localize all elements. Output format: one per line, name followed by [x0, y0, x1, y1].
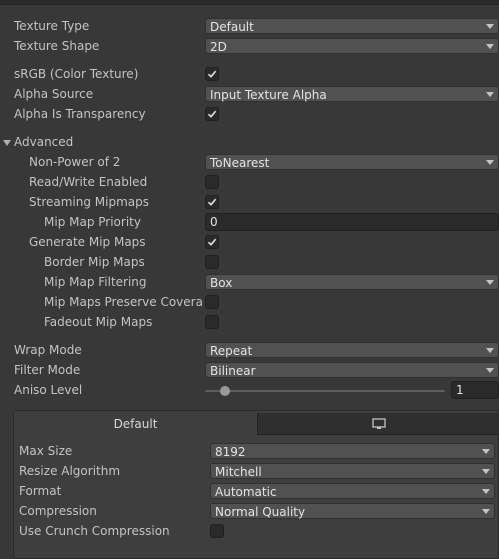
filter-mode-value: Bilinear	[210, 364, 256, 378]
chevron-down-icon	[482, 469, 490, 474]
alpha-source-label: Alpha Source	[14, 87, 94, 101]
mip-map-filtering-label: Mip Map Filtering	[44, 275, 147, 289]
mip-map-priority-field[interactable]: 0	[205, 213, 499, 231]
chevron-down-icon	[486, 368, 494, 373]
crunch-compression-checkbox[interactable]	[210, 524, 224, 538]
foldout-expanded-icon[interactable]	[3, 140, 11, 146]
srgb-checkbox[interactable]	[205, 67, 219, 81]
resize-algorithm-dropdown[interactable]: Mitchell	[210, 463, 495, 479]
format-value: Automatic	[215, 485, 277, 499]
alpha-transparency-label: Alpha Is Transparency	[14, 107, 146, 121]
aniso-level-slider-thumb[interactable]	[220, 386, 230, 396]
texture-type-label: Texture Type	[14, 19, 90, 33]
read-write-checkbox[interactable]	[205, 175, 219, 189]
advanced-foldout-label[interactable]: Advanced	[14, 132, 73, 152]
mip-map-filtering-dropdown[interactable]: Box	[205, 274, 499, 290]
texture-shape-value: 2D	[210, 40, 227, 54]
aniso-level-slider-track[interactable]	[205, 390, 445, 392]
wrap-mode-dropdown[interactable]: Repeat	[205, 342, 499, 358]
aniso-level-field[interactable]: 1	[451, 381, 499, 399]
format-label: Format	[19, 484, 62, 498]
mip-map-priority-label: Mip Map Priority	[44, 215, 141, 229]
filter-mode-dropdown[interactable]: Bilinear	[205, 362, 499, 378]
resize-algorithm-label: Resize Algorithm	[19, 464, 121, 478]
texture-shape-dropdown[interactable]: 2D	[205, 38, 499, 54]
max-size-value: 8192	[215, 445, 246, 459]
mip-maps-preserve-coverage-label: Mip Maps Preserve Coverag	[44, 295, 203, 309]
border-mip-maps-checkbox[interactable]	[205, 255, 219, 269]
streaming-mipmaps-label: Streaming Mipmaps	[29, 195, 150, 209]
checkmark-icon	[207, 238, 217, 246]
compression-value: Normal Quality	[215, 505, 306, 519]
texture-type-value: Default	[210, 20, 254, 34]
alpha-source-dropdown[interactable]: Input Texture Alpha	[205, 86, 499, 102]
chevron-down-icon	[486, 280, 494, 285]
checkmark-icon	[207, 110, 217, 118]
generate-mip-maps-checkbox[interactable]	[205, 235, 219, 249]
read-write-label: Read/Write Enabled	[29, 175, 148, 189]
texture-shape-label: Texture Shape	[14, 39, 100, 53]
generate-mip-maps-label: Generate Mip Maps	[29, 235, 146, 249]
mip-maps-preserve-coverage-checkbox[interactable]	[205, 295, 219, 309]
format-dropdown[interactable]: Automatic	[210, 483, 495, 499]
checkmark-icon	[207, 70, 217, 78]
aniso-level-label: Aniso Level	[14, 383, 83, 397]
chevron-down-icon	[482, 489, 490, 494]
wrap-mode-label: Wrap Mode	[14, 343, 82, 357]
resize-algorithm-value: Mitchell	[215, 465, 262, 479]
texture-type-dropdown[interactable]: Default	[205, 18, 499, 34]
chevron-down-icon	[486, 348, 494, 353]
fadeout-mip-maps-checkbox[interactable]	[205, 315, 219, 329]
srgb-label: sRGB (Color Texture)	[14, 67, 139, 81]
chevron-down-icon	[482, 509, 490, 514]
chevron-down-icon	[482, 449, 490, 454]
alpha-transparency-checkbox[interactable]	[205, 107, 219, 121]
fadeout-mip-maps-label: Fadeout Mip Maps	[44, 315, 153, 329]
alpha-source-value: Input Texture Alpha	[210, 88, 327, 102]
chevron-down-icon	[486, 24, 494, 29]
tab-default[interactable]: Default	[14, 413, 257, 435]
non-power-of-2-dropdown[interactable]: ToNearest	[205, 154, 499, 170]
compression-label: Compression	[19, 504, 97, 518]
monitor-icon	[371, 418, 386, 429]
non-power-of-2-label: Non-Power of 2	[29, 155, 121, 169]
checkmark-icon	[207, 198, 217, 206]
non-power-of-2-value: ToNearest	[210, 156, 270, 170]
max-size-label: Max Size	[19, 444, 73, 458]
tab-standalone[interactable]	[257, 413, 499, 435]
chevron-down-icon	[486, 44, 494, 49]
filter-mode-label: Filter Mode	[14, 363, 81, 377]
chevron-down-icon	[486, 92, 494, 97]
crunch-compression-label: Use Crunch Compression	[19, 524, 170, 538]
mip-map-filtering-value: Box	[210, 276, 233, 290]
wrap-mode-value: Repeat	[210, 344, 253, 358]
compression-dropdown[interactable]: Normal Quality	[210, 503, 495, 519]
streaming-mipmaps-checkbox[interactable]	[205, 195, 219, 209]
max-size-dropdown[interactable]: 8192	[210, 443, 495, 459]
border-mip-maps-label: Border Mip Maps	[44, 255, 145, 269]
inspector-header-edge	[0, 0, 499, 5]
chevron-down-icon	[486, 160, 494, 165]
